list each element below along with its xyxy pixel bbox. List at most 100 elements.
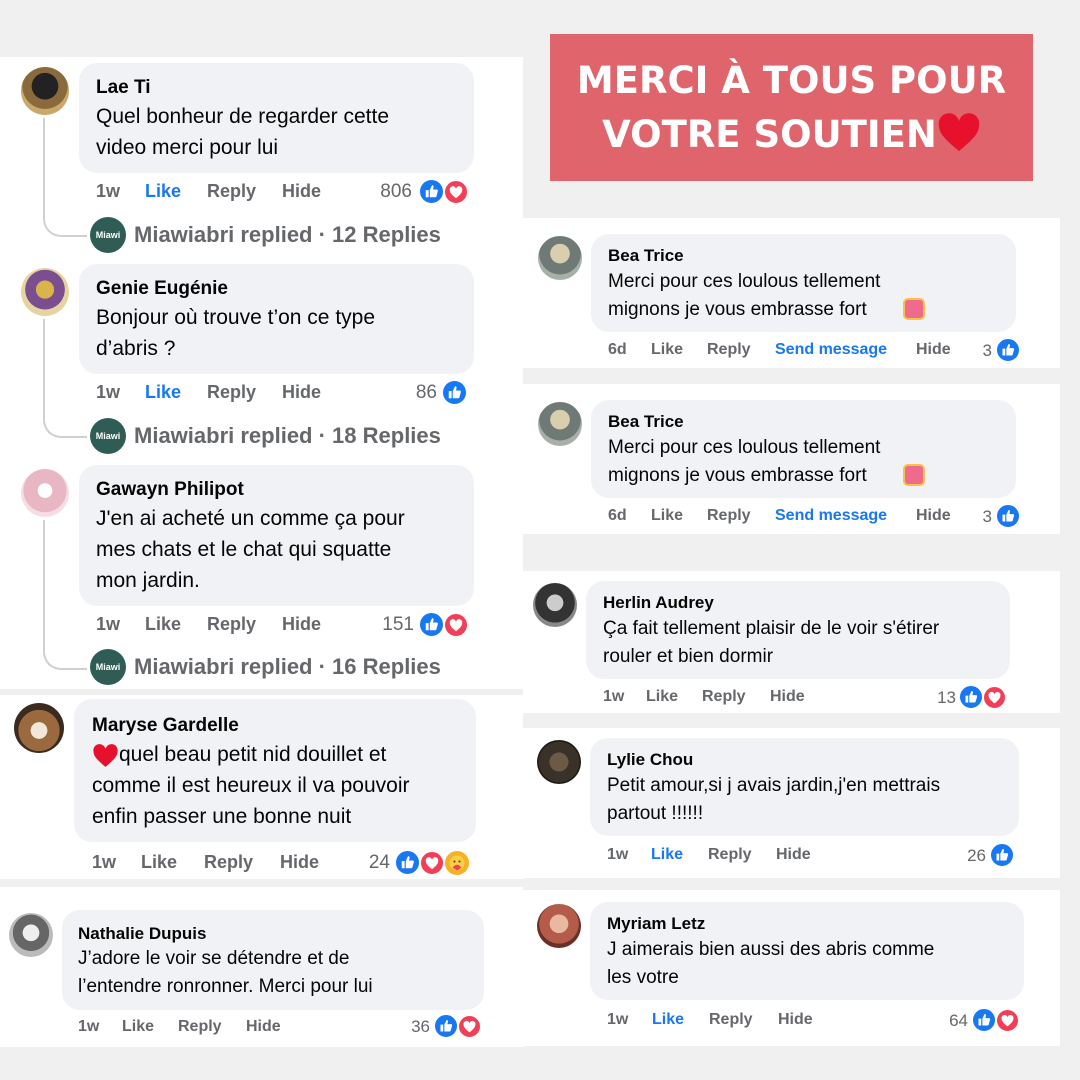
banner-line-2: VOTRE SOUTIEN bbox=[602, 112, 937, 156]
gift-heart-emoji-icon bbox=[903, 464, 925, 486]
like-button[interactable]: Like bbox=[651, 507, 683, 525]
reply-button[interactable]: Reply bbox=[702, 688, 746, 706]
comment-time[interactable]: 1w bbox=[607, 1011, 628, 1029]
reaction-count[interactable]: 806 bbox=[360, 181, 412, 203]
comment-text: J aimerais bien aussi des abris comme le… bbox=[607, 939, 935, 988]
send-message-button[interactable]: Send message bbox=[775, 507, 887, 525]
comment-author[interactable]: Nathalie Dupuis bbox=[78, 924, 206, 944]
comment-text: Merci pour ces loulous tellement mignons… bbox=[608, 437, 881, 486]
avatar[interactable] bbox=[538, 236, 582, 280]
reaction-count[interactable]: 64 bbox=[928, 1011, 968, 1031]
like-button[interactable]: Like bbox=[646, 688, 678, 706]
reaction-count[interactable]: 86 bbox=[385, 382, 437, 404]
reply-button[interactable]: Reply bbox=[204, 852, 253, 873]
comment-time[interactable]: 1w bbox=[92, 852, 116, 873]
like-button[interactable]: Like bbox=[141, 852, 177, 873]
like-button[interactable]: Like bbox=[122, 1018, 154, 1036]
comment-text: Bonjour où trouve t’on ce type d’abris ? bbox=[96, 306, 376, 360]
reply-button[interactable]: Reply bbox=[708, 846, 752, 864]
comment-time[interactable]: 6d bbox=[608, 507, 627, 525]
reply-button[interactable]: Reply bbox=[709, 1011, 753, 1029]
comment-author[interactable]: Bea Trice bbox=[608, 412, 684, 432]
reply-button[interactable]: Reply bbox=[707, 507, 751, 525]
like-reaction-icon bbox=[418, 178, 445, 205]
view-replies-link[interactable]: Miawiabri replied · 16 Replies bbox=[134, 654, 441, 680]
like-button[interactable]: Like bbox=[145, 614, 181, 635]
comment-author[interactable]: Gawayn Philipot bbox=[96, 479, 244, 501]
love-reaction-icon bbox=[995, 1008, 1020, 1033]
comment-author[interactable]: Myriam Letz bbox=[607, 914, 705, 934]
avatar[interactable] bbox=[533, 583, 577, 627]
hide-button[interactable]: Hide bbox=[280, 852, 319, 873]
comment-author[interactable]: Genie Eugénie bbox=[96, 278, 228, 300]
view-replies-link[interactable]: Miawiabri replied · 18 Replies bbox=[134, 423, 441, 449]
heart-icon bbox=[938, 112, 980, 151]
reaction-count[interactable]: 13 bbox=[916, 688, 956, 708]
comment-text: Ça fait tellement plaisir de le voir s'é… bbox=[603, 618, 940, 667]
comment-author[interactable]: Lae Ti bbox=[96, 77, 151, 99]
reply-button[interactable]: Reply bbox=[207, 382, 256, 403]
comment-time[interactable]: 1w bbox=[603, 688, 624, 706]
comment-time[interactable]: 1w bbox=[607, 846, 628, 864]
like-button[interactable]: Like bbox=[145, 382, 181, 403]
banner-line-1: MERCI À TOUS POUR bbox=[576, 58, 1007, 102]
comment-author[interactable]: Herlin Audrey bbox=[603, 593, 714, 613]
send-message-button[interactable]: Send message bbox=[775, 341, 887, 359]
reaction-count[interactable]: 36 bbox=[380, 1017, 430, 1037]
avatar[interactable] bbox=[21, 469, 69, 517]
avatar[interactable] bbox=[9, 913, 53, 957]
view-replies-link[interactable]: Miawiabri replied · 12 Replies bbox=[134, 222, 441, 248]
avatar[interactable] bbox=[538, 402, 582, 446]
like-reaction-icon bbox=[995, 337, 1021, 363]
like-reaction-icon bbox=[394, 849, 421, 876]
avatar[interactable] bbox=[14, 703, 64, 753]
like-reaction-icon bbox=[418, 611, 445, 638]
reaction-count[interactable]: 24 bbox=[338, 852, 390, 874]
hide-button[interactable]: Hide bbox=[282, 614, 321, 635]
page-avatar[interactable]: Miawi bbox=[90, 418, 126, 454]
comment-time[interactable]: 1w bbox=[96, 382, 120, 403]
comment-time[interactable]: 6d bbox=[608, 341, 627, 359]
comment-time[interactable]: 1w bbox=[96, 614, 120, 635]
hide-button[interactable]: Hide bbox=[776, 846, 811, 864]
hide-button[interactable]: Hide bbox=[778, 1011, 813, 1029]
hide-button[interactable]: Hide bbox=[916, 507, 951, 525]
hide-button[interactable]: Hide bbox=[282, 382, 321, 403]
comment-time[interactable]: 1w bbox=[78, 1018, 99, 1036]
avatar[interactable] bbox=[537, 740, 581, 784]
hide-button[interactable]: Hide bbox=[770, 688, 805, 706]
love-reaction-icon bbox=[443, 179, 469, 205]
love-reaction-icon bbox=[982, 685, 1007, 710]
reaction-count[interactable]: 3 bbox=[962, 341, 992, 361]
gift-heart-emoji-icon bbox=[903, 298, 925, 320]
comment-author[interactable]: Lylie Chou bbox=[607, 750, 693, 770]
page-avatar[interactable]: Miawi bbox=[90, 649, 126, 685]
like-button[interactable]: Like bbox=[652, 1011, 684, 1029]
hide-button[interactable]: Hide bbox=[246, 1018, 281, 1036]
reaction-count[interactable]: 26 bbox=[948, 846, 986, 866]
comment-text: Petit amour,si j avais jardin,j'en mettr… bbox=[607, 775, 941, 824]
love-reaction-icon bbox=[443, 612, 469, 638]
avatar[interactable] bbox=[21, 67, 69, 115]
reply-button[interactable]: Reply bbox=[207, 181, 256, 202]
comment-author[interactable]: Bea Trice bbox=[608, 246, 684, 266]
like-reaction-icon bbox=[958, 684, 984, 710]
like-button[interactable]: Like bbox=[651, 846, 683, 864]
reaction-count[interactable]: 3 bbox=[962, 507, 992, 527]
page-avatar[interactable]: Miawi bbox=[90, 217, 126, 253]
hide-button[interactable]: Hide bbox=[916, 341, 951, 359]
reply-button[interactable]: Reply bbox=[207, 614, 256, 635]
avatar[interactable] bbox=[21, 268, 69, 316]
thank-you-banner: MERCI À TOUS POUR VOTRE SOUTIEN bbox=[550, 34, 1033, 181]
reply-button[interactable]: Reply bbox=[178, 1018, 222, 1036]
avatar[interactable] bbox=[537, 904, 581, 948]
reaction-count[interactable]: 151 bbox=[362, 614, 414, 636]
comment-time[interactable]: 1w bbox=[96, 181, 120, 202]
like-button[interactable]: Like bbox=[651, 341, 683, 359]
like-button[interactable]: Like bbox=[145, 181, 181, 202]
comment-text: J’adore le voir se détendre et de l’ente… bbox=[78, 948, 373, 997]
reply-button[interactable]: Reply bbox=[707, 341, 751, 359]
like-reaction-icon bbox=[989, 842, 1015, 868]
hide-button[interactable]: Hide bbox=[282, 181, 321, 202]
comment-author[interactable]: Maryse Gardelle bbox=[92, 715, 239, 737]
